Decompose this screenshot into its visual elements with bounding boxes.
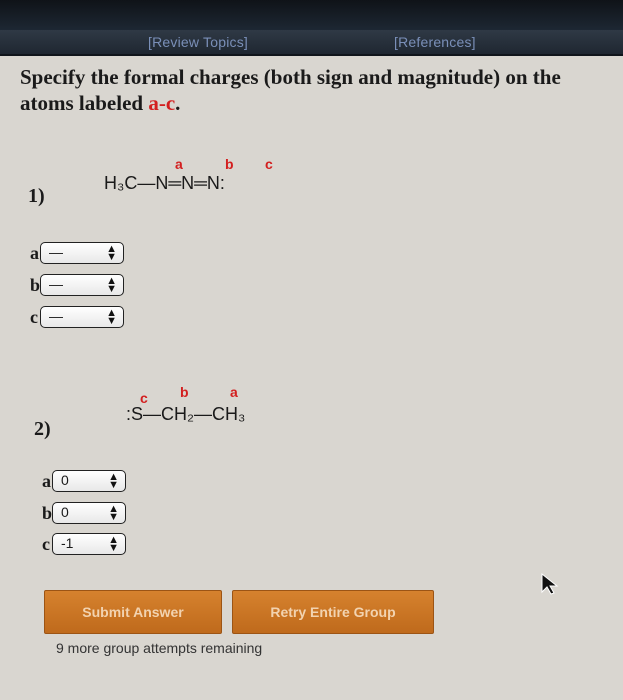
answer-letter: c xyxy=(42,534,50,554)
retry-entire-group-button[interactable]: Retry Entire Group xyxy=(232,590,434,634)
problem-2-label-b: b xyxy=(180,384,189,400)
references-link[interactable]: [References] xyxy=(394,34,476,50)
updown-arrows-icon: ▲ ▼ xyxy=(108,503,119,523)
problem-2-molecule: :S—CH₂—CH₃ xyxy=(126,404,246,424)
problem-1-label-a: a xyxy=(175,156,183,172)
answer-letter: a xyxy=(42,471,51,491)
formal-charge-select-1b[interactable]: — ▲ ▼ xyxy=(40,274,124,296)
updown-arrows-icon: ▲ ▼ xyxy=(106,243,117,263)
question-text: Specify the formal charges (both sign an… xyxy=(20,65,561,115)
submit-answer-button[interactable]: Submit Answer xyxy=(44,590,222,634)
question-highlight: a-c xyxy=(148,91,176,115)
answer-letter: c xyxy=(30,307,38,327)
updown-arrows-icon: ▲ ▼ xyxy=(106,275,117,295)
problem-1-label-c: c xyxy=(265,156,273,172)
attempts-remaining-text: 9 more group attempts remaining xyxy=(56,640,263,656)
select-value: — xyxy=(49,276,63,292)
question-period: . xyxy=(175,91,181,115)
answer-letter: b xyxy=(42,503,53,523)
select-value: -1 xyxy=(61,535,74,551)
formal-charge-select-2c[interactable]: -1 ▲ ▼ xyxy=(52,533,126,555)
problem-1-number: 1) xyxy=(28,185,45,207)
problem-1-molecule: H₃C—N═N═N: xyxy=(104,173,225,193)
question-prompt: Specify the formal charges (both sign an… xyxy=(20,64,600,116)
select-value: 0 xyxy=(61,504,69,520)
updown-arrows-icon: ▲ ▼ xyxy=(106,307,117,327)
mouse-cursor-icon xyxy=(541,572,559,595)
review-topics-link[interactable]: [Review Topics] xyxy=(148,34,248,50)
formal-charge-select-1c[interactable]: — ▲ ▼ xyxy=(40,306,124,328)
formal-charge-select-1a[interactable]: — ▲ ▼ xyxy=(40,242,124,264)
formal-charge-select-2a[interactable]: 0 ▲ ▼ xyxy=(52,470,126,492)
select-value: — xyxy=(49,308,63,324)
select-value: — xyxy=(49,244,63,260)
formal-charge-select-2b[interactable]: 0 ▲ ▼ xyxy=(52,502,126,524)
updown-arrows-icon: ▲ ▼ xyxy=(108,471,119,491)
problem-2-number: 2) xyxy=(34,418,51,440)
nav-bar: [Review Topics] [References] xyxy=(0,30,623,56)
updown-arrows-icon: ▲ ▼ xyxy=(108,534,119,554)
window-top-bar xyxy=(0,0,623,30)
problem-1-label-b: b xyxy=(225,156,234,172)
answer-letter: b xyxy=(30,275,41,295)
answer-letter: a xyxy=(30,243,39,263)
select-value: 0 xyxy=(61,472,69,488)
problem-2-label-a: a xyxy=(230,384,238,400)
